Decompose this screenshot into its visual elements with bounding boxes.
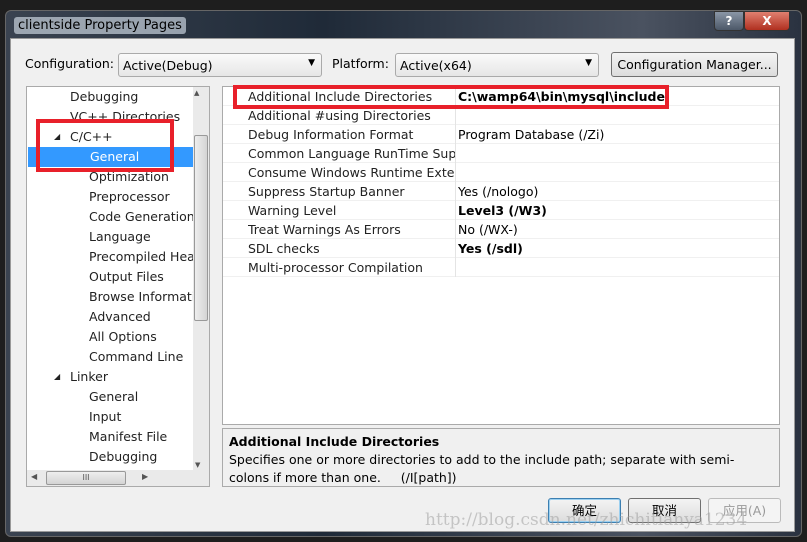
tree-item[interactable]: Code Generation xyxy=(89,207,195,227)
property-row[interactable]: Suppress Startup Banner Yes (/nologo) xyxy=(223,182,779,201)
property-name: Debug Information Format xyxy=(248,127,414,142)
tree-item[interactable]: Preprocessor xyxy=(89,187,170,207)
platform-select[interactable]: Active(x64) ▼ xyxy=(395,53,599,77)
platform-label: Platform: xyxy=(332,56,389,71)
scroll-right-icon[interactable]: ▶ xyxy=(142,472,148,481)
tree-vertical-scrollbar[interactable]: ▲ ▼ xyxy=(193,87,209,471)
property-name: Common Language RunTime Support xyxy=(248,146,455,161)
description-title: Additional Include Directories xyxy=(229,434,440,449)
property-name: Treat Warnings As Errors xyxy=(248,222,401,237)
tree-item[interactable]: Language xyxy=(89,227,151,247)
dropdown-arrow-icon: ▼ xyxy=(308,58,315,68)
tree-item[interactable]: Advanced xyxy=(89,307,151,327)
tree-item[interactable]: All Options xyxy=(89,327,157,347)
configuration-value: Active(Debug) xyxy=(123,58,213,73)
tree-item[interactable]: Input xyxy=(89,407,121,427)
highlight-box xyxy=(36,119,174,172)
tree-horizontal-scrollbar[interactable]: ◀ III ▶ xyxy=(27,470,209,486)
property-row[interactable]: Debug Information Format Program Database… xyxy=(223,125,779,144)
configuration-manager-button[interactable]: Configuration Manager... xyxy=(611,52,778,77)
window-title: clientside Property Pages xyxy=(14,17,186,34)
tree-item[interactable]: Linker xyxy=(70,367,108,387)
column-divider xyxy=(455,239,456,258)
property-row[interactable]: Multi-processor Compilation xyxy=(223,258,779,277)
scroll-left-icon[interactable]: ◀ xyxy=(31,472,37,481)
description-panel: Additional Include Directories Specifies… xyxy=(222,428,780,487)
column-divider xyxy=(455,182,456,201)
property-name: Multi-processor Compilation xyxy=(248,260,423,275)
configuration-select[interactable]: Active(Debug) ▼ xyxy=(118,53,322,77)
tree-item[interactable]: Browse Informati xyxy=(89,287,195,307)
column-divider xyxy=(455,201,456,220)
property-name: SDL checks xyxy=(248,241,320,256)
column-divider xyxy=(455,220,456,239)
column-divider xyxy=(455,163,456,182)
property-value[interactable]: No (/WX-) xyxy=(458,220,518,239)
property-row[interactable]: SDL checks Yes (/sdl) xyxy=(223,239,779,258)
property-row[interactable]: Treat Warnings As Errors No (/WX-) xyxy=(223,220,779,239)
property-value[interactable]: Yes (/sdl) xyxy=(458,239,523,258)
tree-item[interactable]: Debugging xyxy=(70,87,138,107)
tree-item[interactable]: Precompiled Head xyxy=(89,247,203,267)
description-text: Specifies one or more directories to add… xyxy=(229,452,735,485)
property-value[interactable]: Level3 (/W3) xyxy=(458,201,547,220)
property-value[interactable]: Yes (/nologo) xyxy=(458,182,538,201)
configuration-label: Configuration: xyxy=(25,56,114,71)
close-button[interactable]: X xyxy=(744,11,790,31)
tree-item[interactable]: Manifest File xyxy=(89,427,167,447)
property-name: Warning Level xyxy=(248,203,337,218)
tree-item[interactable]: General xyxy=(89,387,138,407)
tree-item[interactable]: Command Line xyxy=(89,347,183,367)
tree-item[interactable]: Debugging xyxy=(89,447,157,467)
property-row[interactable]: Consume Windows Runtime Extension xyxy=(223,163,779,182)
property-value[interactable]: Program Database (/Zi) xyxy=(458,125,604,144)
property-name: Suppress Startup Banner xyxy=(248,184,405,199)
scroll-thumb[interactable]: III xyxy=(46,471,126,485)
watermark: http://blog.csdn.net/zhichitianya1234 xyxy=(425,510,748,530)
scroll-down-icon[interactable]: ▼ xyxy=(195,461,200,469)
tree-item[interactable]: Output Files xyxy=(89,267,164,287)
property-row[interactable]: Warning Level Level3 (/W3) xyxy=(223,201,779,220)
dropdown-arrow-icon: ▼ xyxy=(585,58,592,68)
scroll-up-icon[interactable]: ▲ xyxy=(194,89,199,97)
column-divider xyxy=(455,144,456,163)
help-button[interactable]: ? xyxy=(714,11,744,31)
property-name: Consume Windows Runtime Extension xyxy=(248,165,455,180)
column-divider xyxy=(455,258,456,277)
scroll-thumb[interactable] xyxy=(194,135,208,321)
platform-value: Active(x64) xyxy=(400,58,472,73)
highlight-box xyxy=(233,85,669,109)
property-row[interactable]: Common Language RunTime Support xyxy=(223,144,779,163)
column-divider xyxy=(455,125,456,144)
property-grid: Additional Include Directories C:\wamp64\… xyxy=(222,86,780,425)
expand-arrow-icon[interactable]: ◢ xyxy=(54,367,60,387)
